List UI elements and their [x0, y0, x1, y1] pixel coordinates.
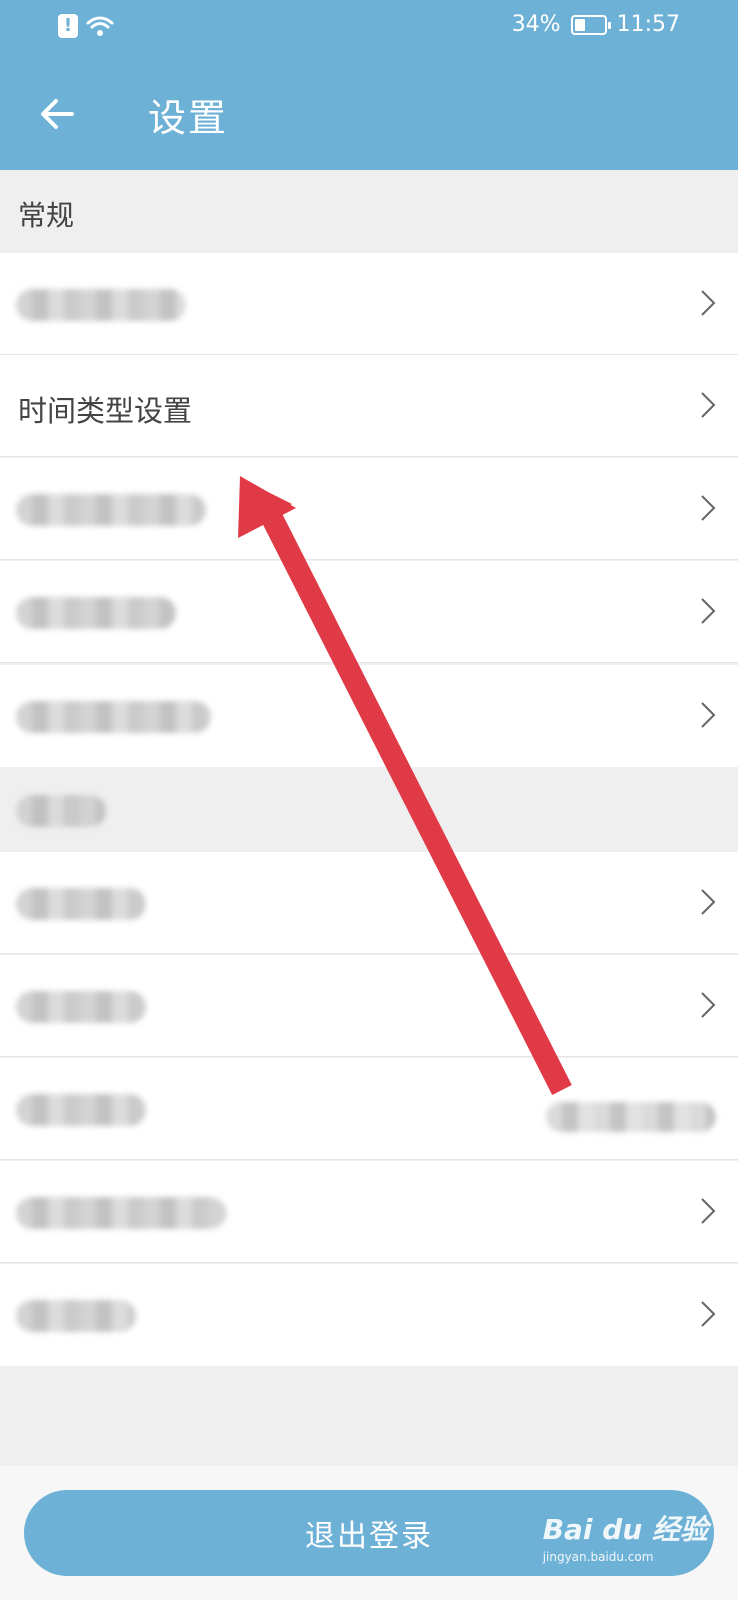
annotation-arrow: [238, 476, 572, 1095]
